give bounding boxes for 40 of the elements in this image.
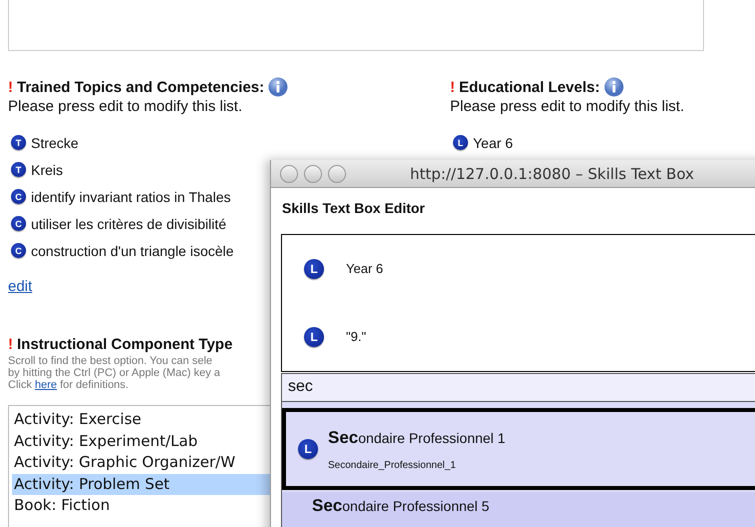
required-mark: ! xyxy=(8,78,13,96)
section-title: Trained Topics and Competencies: xyxy=(17,78,264,96)
suggestion-item[interactable]: L Secondaire Professionnel 1 Secondaire_Professionnel_1 xyxy=(282,408,755,490)
hint-text: Please press edit to modify this list. xyxy=(8,98,244,115)
badge-icon: L xyxy=(453,135,468,150)
minimize-button[interactable] xyxy=(304,164,322,183)
topic-label: construction d'un triangle isocèle xyxy=(31,242,234,258)
window-title: http://127.0.0.1:8080 – Skills Text Box xyxy=(410,164,694,183)
badge-icon: C xyxy=(11,189,26,204)
badge-icon: L xyxy=(304,326,324,347)
badge-icon: C xyxy=(11,216,26,231)
badge-icon: L xyxy=(304,258,324,279)
badge-icon: T xyxy=(11,162,26,177)
edit-link[interactable]: edit xyxy=(8,278,32,295)
chosen-skill: Year 6 xyxy=(346,261,384,276)
badge-icon: C xyxy=(11,243,26,258)
close-button[interactable] xyxy=(280,164,298,183)
info-icon[interactable] xyxy=(268,77,288,97)
section-title: Instructional Component Type xyxy=(17,336,233,352)
required-mark: ! xyxy=(8,336,13,352)
topic-label: identify invariant ratios in Thales xyxy=(31,188,231,204)
topic-label: Kreis xyxy=(31,162,63,178)
here-link[interactable]: here xyxy=(34,379,57,391)
topic-label: utiliser les critères de divisibilité xyxy=(31,216,226,232)
badge-icon: T xyxy=(11,135,26,150)
text-area[interactable] xyxy=(8,0,704,51)
help-text: Scroll to find the best option. You can sele xyxy=(8,355,214,367)
topic-label: Strecke xyxy=(31,134,78,150)
info-icon[interactable] xyxy=(604,77,624,97)
badge-icon: L xyxy=(298,439,318,460)
search-field[interactable]: sec xyxy=(281,372,755,402)
section-title: Educational Levels: xyxy=(459,78,600,96)
editor-heading: Skills Text Box Editor xyxy=(282,200,426,217)
level-label: Year 6 xyxy=(473,134,513,150)
required-mark: ! xyxy=(450,78,455,96)
help-text: by hitting the Ctrl (PC) or Apple (Mac) key a xyxy=(8,367,222,379)
hint-text: Please press edit to modify this list. xyxy=(450,98,686,115)
chosen-skill: "9." xyxy=(346,329,366,344)
zoom-button[interactable] xyxy=(328,164,346,183)
suggestion-item[interactable]: Secondaire Professionnel 5 xyxy=(282,492,755,527)
